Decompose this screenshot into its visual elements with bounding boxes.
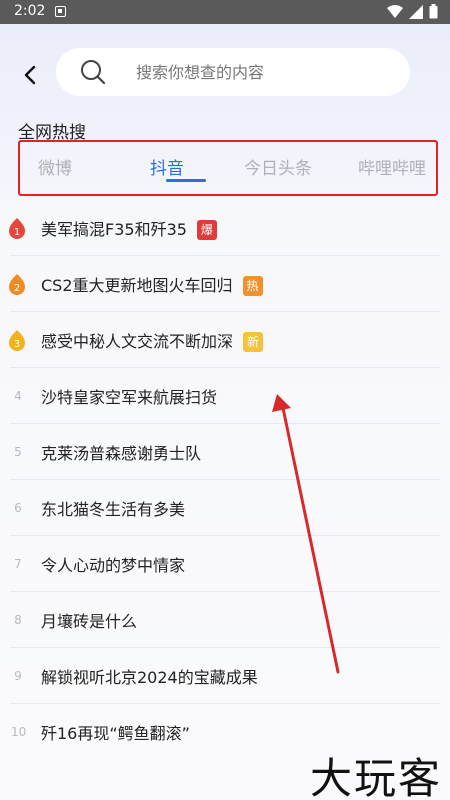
back-button[interactable]	[16, 60, 44, 90]
list-item[interactable]: 5 克莱汤普森感谢勇士队	[0, 424, 450, 480]
tag-xin-badge: 新	[243, 332, 264, 353]
rank-number: 10	[11, 725, 27, 739]
tag-re-badge: 热	[242, 276, 263, 297]
rank-number: 1	[14, 227, 20, 238]
chevron-left-icon	[24, 65, 36, 85]
rank-number: 4	[14, 389, 22, 403]
rank-number: 6	[14, 501, 22, 515]
tab-douyin[interactable]: 抖音	[150, 154, 184, 179]
list-item-label: 沙特皇家空军来航展扫货	[41, 388, 218, 407]
list-item-title: CS2重大更新地图火车回归热	[41, 272, 263, 297]
list-item-label: 克莱汤普森感谢勇士队	[41, 444, 202, 463]
tag-bao-badge: 爆	[196, 220, 217, 241]
rank-number: 2	[14, 283, 20, 294]
rank-badge-icon: 1	[9, 218, 25, 239]
list-item-label: 月壤砖是什么	[41, 612, 138, 631]
signal-icon	[409, 4, 423, 19]
rank-number: 5	[14, 445, 22, 459]
list-item[interactable]: 9 解锁视听北京2024的宝藏成果	[0, 648, 450, 704]
list-item-title: 美军搞混F35和歼35 爆	[41, 216, 217, 241]
list-item-label: 东北猫冬生活有多美	[41, 500, 186, 519]
list-item[interactable]: 4 沙特皇家空军来航展扫货	[0, 368, 450, 424]
rank-badge-icon: 2	[9, 274, 25, 295]
search-icon	[80, 59, 106, 85]
search-bar[interactable]	[56, 48, 410, 96]
rank-number: 7	[14, 557, 22, 571]
list-item[interactable]: 1 美军搞混F35和歼35 爆	[0, 200, 450, 256]
status-icons	[387, 4, 438, 19]
list-item-label: CS2重大更新地图火车回归	[41, 275, 233, 295]
list-item-label: 令人心动的梦中情家	[41, 556, 186, 575]
battery-icon	[429, 4, 438, 19]
list-item-label: 歼16再现“鳄鱼翻滚”	[41, 724, 190, 743]
tab-bilibili[interactable]: 哔哩哔哩	[358, 154, 426, 179]
notification-icon	[55, 6, 66, 17]
list-item[interactable]: 2 CS2重大更新地图火车回归热	[0, 256, 450, 312]
platform-tabs: 微博 抖音 今日头条 哔哩哔哩	[18, 140, 438, 196]
status-time: 2:02	[14, 3, 46, 19]
rank-number: 3	[14, 339, 20, 350]
list-item-title: 感受中秘人文交流不断加深新	[41, 328, 264, 353]
list-item-label: 解锁视听北京2024的宝藏成果	[41, 668, 258, 687]
list-item-label: 感受中秘人文交流不断加深	[41, 331, 234, 351]
watermark-logo: 大玩客	[309, 754, 442, 800]
rank-badge-icon: 3	[9, 330, 25, 351]
rank-number: 9	[14, 669, 22, 683]
list-item[interactable]: 3 感受中秘人文交流不断加深新	[0, 312, 450, 368]
list-item[interactable]: 6 东北猫冬生活有多美	[0, 480, 450, 536]
wifi-icon	[387, 4, 403, 18]
tab-weibo[interactable]: 微博	[38, 154, 72, 179]
active-tab-indicator	[166, 179, 206, 182]
status-bar: 2:02	[0, 0, 450, 24]
rank-number: 8	[14, 613, 22, 627]
list-item[interactable]: 8 月壤砖是什么	[0, 592, 450, 648]
list-item-label: 美军搞混F35和歼35	[41, 219, 187, 239]
search-input[interactable]	[136, 62, 366, 82]
tab-toutiao[interactable]: 今日头条	[244, 154, 312, 179]
list-item[interactable]: 7 令人心动的梦中情家	[0, 536, 450, 592]
